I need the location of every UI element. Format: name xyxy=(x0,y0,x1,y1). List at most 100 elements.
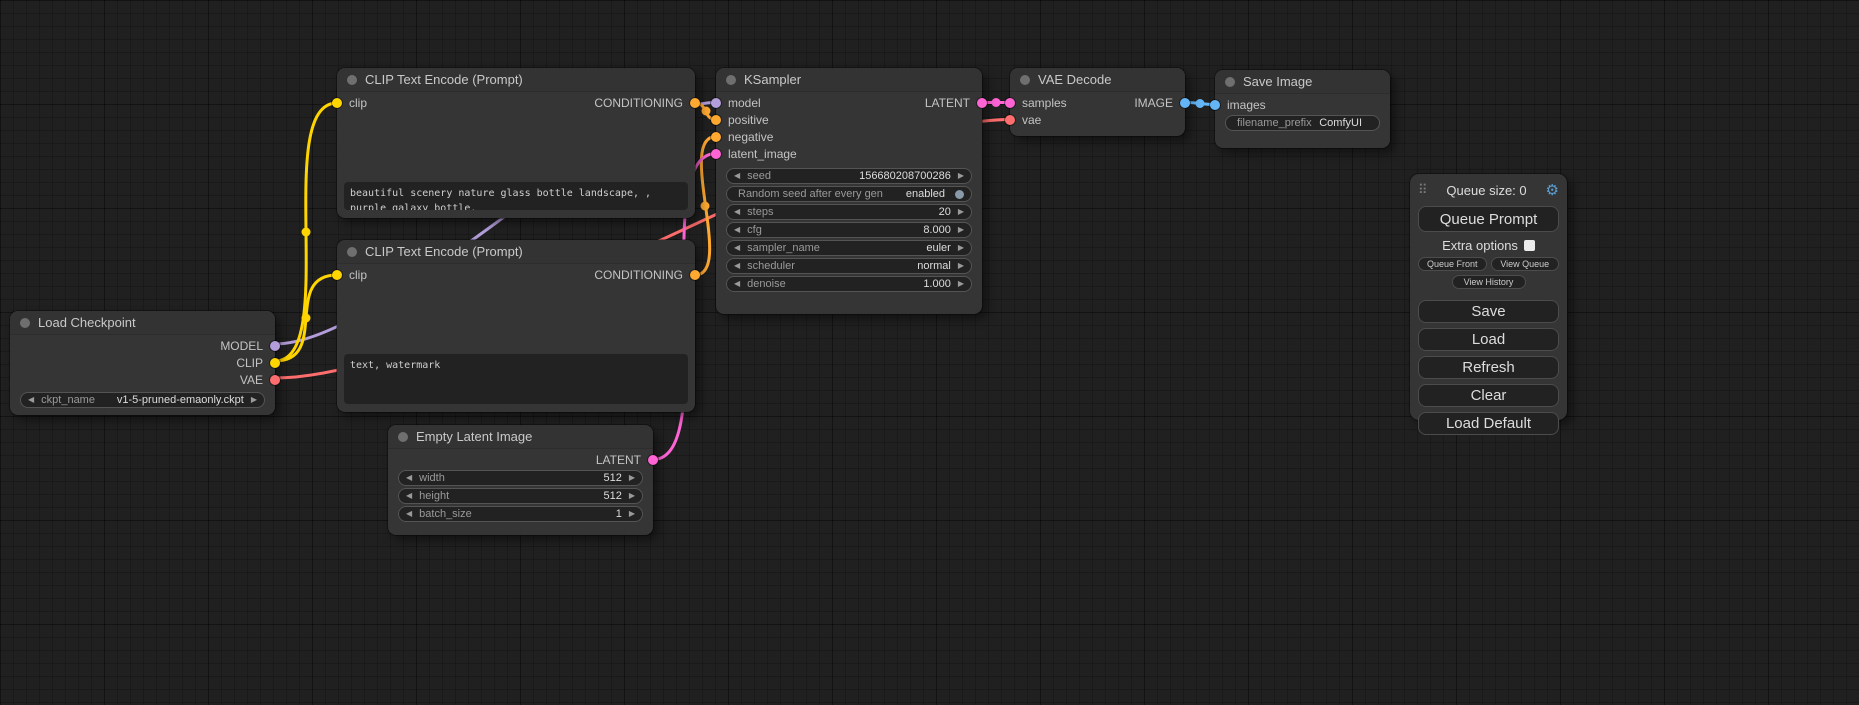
collapse-dot-icon[interactable] xyxy=(347,75,357,85)
queue-prompt-button[interactable]: Queue Prompt xyxy=(1418,206,1559,232)
node-titlebar[interactable]: CLIP Text Encode (Prompt) xyxy=(337,240,695,264)
clear-button[interactable]: Clear xyxy=(1418,384,1559,407)
increment-arrow-icon[interactable]: ▶ xyxy=(958,244,964,252)
collapse-dot-icon[interactable] xyxy=(347,247,357,257)
input-port-latent-image[interactable] xyxy=(711,149,721,159)
decrement-arrow-icon[interactable]: ◀ xyxy=(734,262,740,270)
collapse-dot-icon[interactable] xyxy=(1020,75,1030,85)
increment-arrow-icon[interactable]: ▶ xyxy=(629,492,635,500)
view-history-button[interactable]: View History xyxy=(1452,275,1526,289)
increment-arrow-icon[interactable]: ▶ xyxy=(629,510,635,518)
node-titlebar[interactable]: Empty Latent Image xyxy=(388,425,653,449)
node-title: Empty Latent Image xyxy=(416,429,532,444)
output-port-latent[interactable] xyxy=(977,98,987,108)
input-port-model[interactable] xyxy=(711,98,721,108)
view-queue-button[interactable]: View Queue xyxy=(1491,257,1560,271)
decrement-arrow-icon[interactable]: ◀ xyxy=(734,208,740,216)
node-titlebar[interactable]: VAE Decode xyxy=(1010,68,1185,92)
decrement-arrow-icon[interactable]: ◀ xyxy=(28,396,34,404)
wire-clip-to-positive-prompt xyxy=(275,103,337,361)
increment-arrow-icon[interactable]: ▶ xyxy=(958,208,964,216)
input-port-clip[interactable] xyxy=(332,98,342,108)
node-titlebar[interactable]: CLIP Text Encode (Prompt) xyxy=(337,68,695,92)
comfy-menu-panel[interactable]: ⠿ Queue size: 0 ⚙ Queue Prompt Extra opt… xyxy=(1410,174,1567,420)
widget-denoise[interactable]: ◀ denoise 1.000 ▶ xyxy=(726,276,972,292)
node-vae-decode[interactable]: VAE Decode samples IMAGE vae xyxy=(1010,68,1185,136)
widget-random-seed-toggle[interactable]: Random seed after every gen enabled xyxy=(726,186,972,202)
widget-scheduler[interactable]: ◀ scheduler normal ▶ xyxy=(726,258,972,274)
widget-sampler-name[interactable]: ◀ sampler_name euler ▶ xyxy=(726,240,972,256)
increment-arrow-icon[interactable]: ▶ xyxy=(958,172,964,180)
decrement-arrow-icon[interactable]: ◀ xyxy=(406,492,412,500)
decrement-arrow-icon[interactable]: ◀ xyxy=(406,510,412,518)
node-save-image[interactable]: Save Image images filename_prefix ComfyU… xyxy=(1215,70,1390,148)
decrement-arrow-icon[interactable]: ◀ xyxy=(734,280,740,288)
node-clip-text-encode-negative[interactable]: CLIP Text Encode (Prompt) clip CONDITION… xyxy=(337,240,695,412)
queue-front-button[interactable]: Queue Front xyxy=(1418,257,1487,271)
widget-name: ckpt_name xyxy=(41,394,95,406)
input-label-images: images xyxy=(1227,98,1266,112)
widget-value: 8.000 xyxy=(923,224,951,236)
increment-arrow-icon[interactable]: ▶ xyxy=(629,474,635,482)
widget-name: sampler_name xyxy=(747,242,820,254)
node-titlebar[interactable]: Load Checkpoint xyxy=(10,311,275,335)
input-port-negative[interactable] xyxy=(711,132,721,142)
decrement-arrow-icon[interactable]: ◀ xyxy=(734,226,740,234)
positive-prompt-textarea[interactable]: beautiful scenery nature glass bottle la… xyxy=(344,182,688,210)
node-title: Save Image xyxy=(1243,74,1312,89)
output-port-latent[interactable] xyxy=(648,455,658,465)
node-load-checkpoint[interactable]: Load Checkpoint MODEL CLIP VAE ◀ ckpt_na… xyxy=(10,311,275,415)
input-port-images[interactable] xyxy=(1210,100,1220,110)
refresh-button[interactable]: Refresh xyxy=(1418,356,1559,379)
widget-width[interactable]: ◀ width 512 ▶ xyxy=(398,470,643,486)
collapse-dot-icon[interactable] xyxy=(398,432,408,442)
node-titlebar[interactable]: KSampler xyxy=(716,68,982,92)
node-graph-canvas[interactable]: Load Checkpoint MODEL CLIP VAE ◀ ckpt_na… xyxy=(0,0,1859,705)
load-default-button[interactable]: Load Default xyxy=(1418,412,1559,435)
decrement-arrow-icon[interactable]: ◀ xyxy=(734,244,740,252)
input-port-samples[interactable] xyxy=(1005,98,1015,108)
collapse-dot-icon[interactable] xyxy=(1225,77,1235,87)
node-clip-text-encode-positive[interactable]: CLIP Text Encode (Prompt) clip CONDITION… xyxy=(337,68,695,218)
decrement-arrow-icon[interactable]: ◀ xyxy=(406,474,412,482)
widget-seed[interactable]: ◀ seed 156680208700286 ▶ xyxy=(726,168,972,184)
widget-filename-prefix[interactable]: filename_prefix ComfyUI xyxy=(1225,115,1380,131)
increment-arrow-icon[interactable]: ▶ xyxy=(958,280,964,288)
widget-ckpt-name[interactable]: ◀ ckpt_name v1-5-pruned-emaonly.ckpt ▶ xyxy=(20,392,265,408)
output-port-conditioning[interactable] xyxy=(690,270,700,280)
load-button[interactable]: Load xyxy=(1418,328,1559,351)
node-ksampler[interactable]: KSampler model LATENT positive negative … xyxy=(716,68,982,314)
extra-options-checkbox[interactable] xyxy=(1524,240,1535,251)
increment-arrow-icon[interactable]: ▶ xyxy=(958,226,964,234)
collapse-dot-icon[interactable] xyxy=(20,318,30,328)
increment-arrow-icon[interactable]: ▶ xyxy=(251,396,257,404)
output-port-clip[interactable] xyxy=(270,358,280,368)
widget-cfg[interactable]: ◀ cfg 8.000 ▶ xyxy=(726,222,972,238)
widget-height[interactable]: ◀ height 512 ▶ xyxy=(398,488,643,504)
widget-name: steps xyxy=(747,206,773,218)
widget-steps[interactable]: ◀ steps 20 ▶ xyxy=(726,204,972,220)
decrement-arrow-icon[interactable]: ◀ xyxy=(734,172,740,180)
widget-value: 512 xyxy=(603,490,621,502)
drag-handle-icon[interactable]: ⠿ xyxy=(1418,182,1428,198)
node-empty-latent-image[interactable]: Empty Latent Image LATENT ◀ width 512 ▶ … xyxy=(388,425,653,535)
link-midpoint-dot xyxy=(992,98,1001,107)
node-title: CLIP Text Encode (Prompt) xyxy=(365,244,523,259)
output-port-conditioning[interactable] xyxy=(690,98,700,108)
toggle-knob[interactable] xyxy=(955,190,964,199)
negative-prompt-textarea[interactable]: text, watermark xyxy=(344,354,688,404)
output-port-vae[interactable] xyxy=(270,375,280,385)
input-port-positive[interactable] xyxy=(711,115,721,125)
increment-arrow-icon[interactable]: ▶ xyxy=(958,262,964,270)
save-button[interactable]: Save xyxy=(1418,300,1559,323)
collapse-dot-icon[interactable] xyxy=(726,75,736,85)
node-titlebar[interactable]: Save Image xyxy=(1215,70,1390,94)
output-label-clip: CLIP xyxy=(236,356,263,370)
widget-batch-size[interactable]: ◀ batch_size 1 ▶ xyxy=(398,506,643,522)
link-midpoint-dot xyxy=(302,228,311,237)
settings-gear-icon[interactable]: ⚙ xyxy=(1546,181,1559,199)
output-port-image[interactable] xyxy=(1180,98,1190,108)
input-port-clip[interactable] xyxy=(332,270,342,280)
input-port-vae[interactable] xyxy=(1005,115,1015,125)
output-port-model[interactable] xyxy=(270,341,280,351)
